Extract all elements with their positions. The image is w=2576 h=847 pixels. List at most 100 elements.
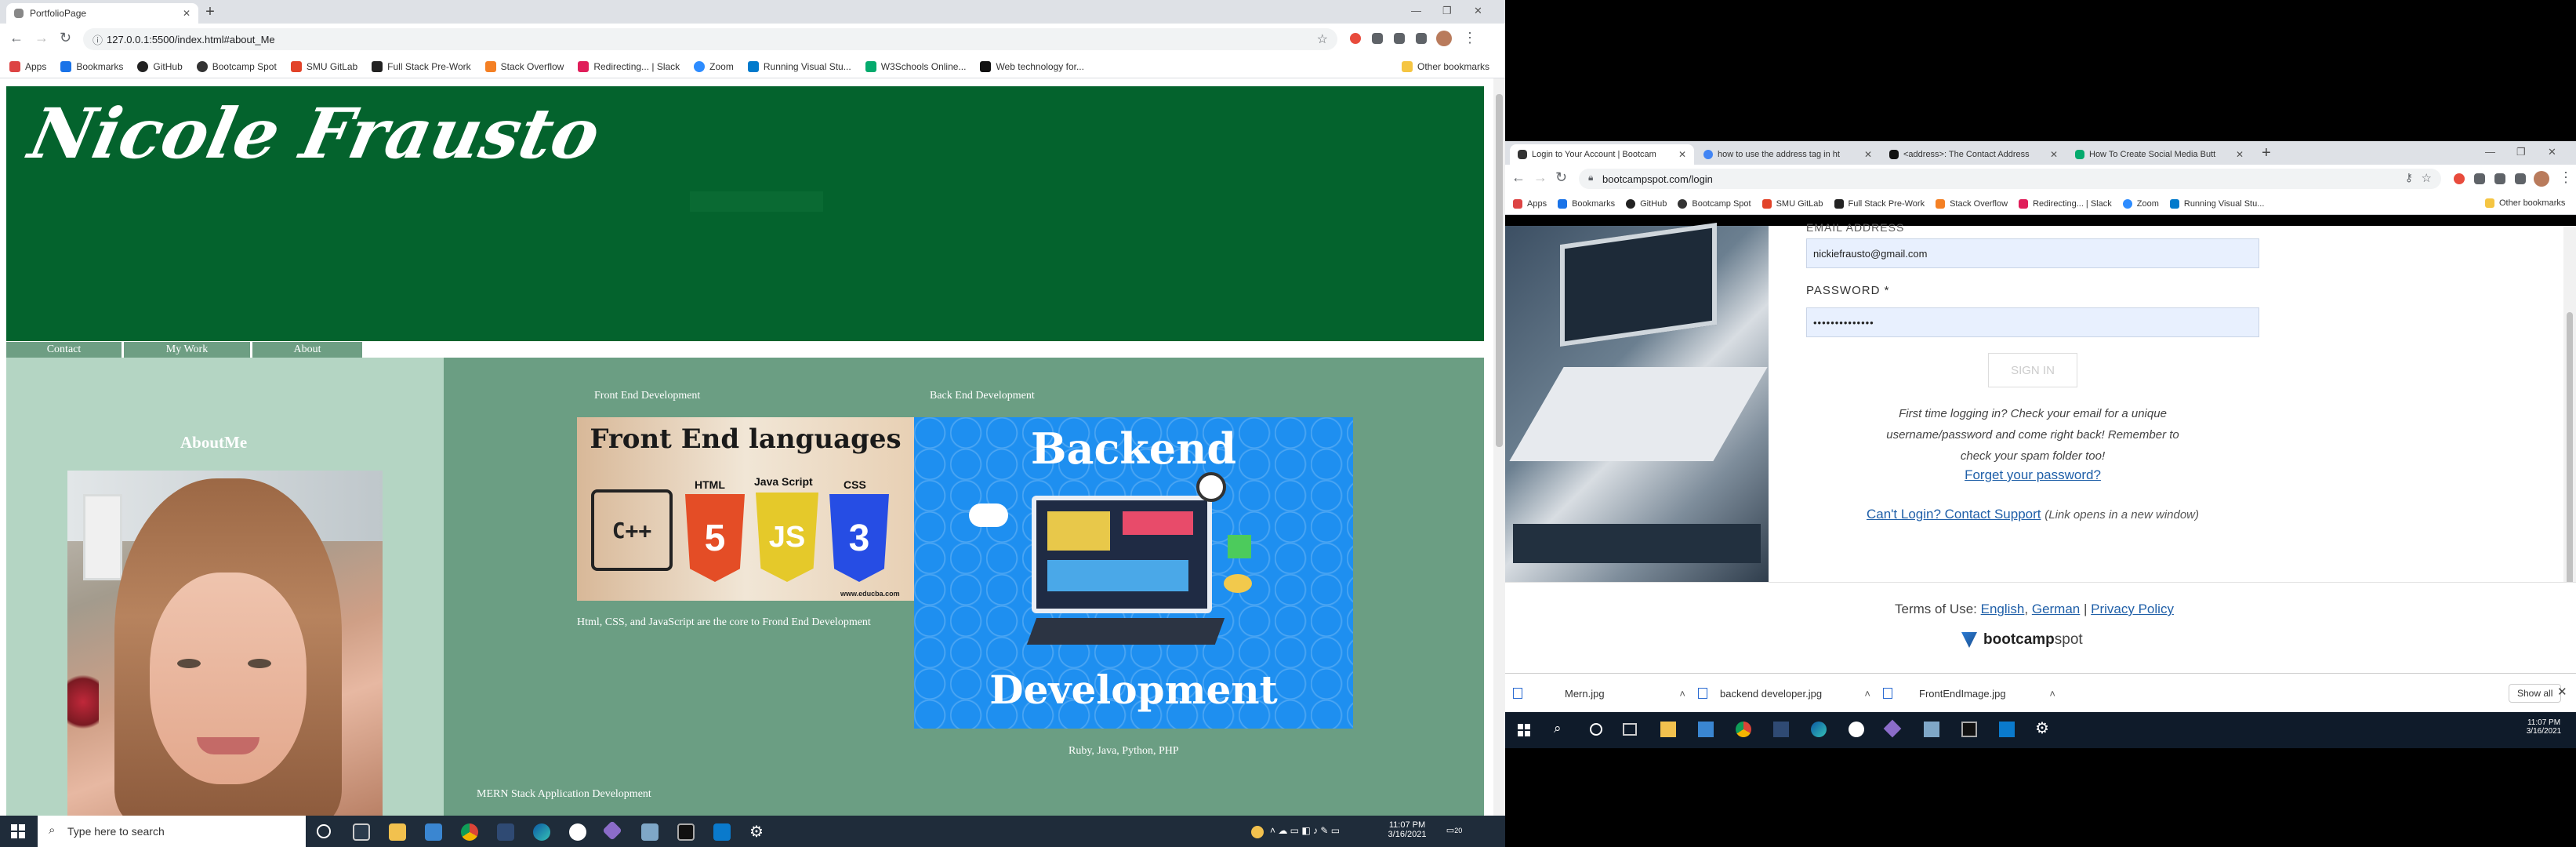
chevron-up-icon[interactable]: ˄ [1679, 688, 1685, 700]
tab-address-mdn[interactable]: <address>: The Contact Address ✕ [1881, 144, 2066, 165]
bookmark-item[interactable]: Apps [1513, 198, 1547, 209]
close-window-icon[interactable]: ✕ [1474, 5, 1482, 17]
kite-icon[interactable] [497, 823, 514, 841]
bookmark-item[interactable]: Bootcamp Spot [1678, 198, 1751, 209]
profile-avatar[interactable] [1436, 31, 1452, 46]
chrome-icon[interactable] [1736, 722, 1751, 737]
reading-list-icon[interactable] [2494, 173, 2505, 184]
back-arrow-icon[interactable]: ← [9, 30, 24, 46]
forgot-password-link[interactable]: Forget your password? [1806, 467, 2259, 483]
reading-list-icon[interactable] [1394, 33, 1405, 44]
page-scrollbar[interactable] [1493, 78, 1505, 816]
minimize-icon[interactable]: — [2485, 146, 2495, 158]
forward-arrow-icon[interactable]: → [1533, 169, 1547, 186]
tab-login[interactable]: Login to Your Account | Bootcam ✕ [1510, 144, 1694, 165]
menu-dots-icon[interactable]: ⋮ [2559, 169, 2573, 186]
reload-icon[interactable]: ↻ [1555, 169, 1567, 186]
close-window-icon[interactable]: ✕ [2548, 146, 2556, 158]
bookmark-item[interactable]: Redirecting... | Slack [2019, 198, 2112, 209]
bookmark-item[interactable]: Running Visual Stu... [747, 60, 851, 72]
notification-icon[interactable]: ▭20 [1442, 825, 1466, 835]
bookmark-item[interactable]: W3Schools Online... [865, 60, 966, 72]
vscode-icon[interactable] [713, 823, 731, 841]
bookmark-item[interactable]: Bookmarks [60, 60, 123, 72]
close-tab-icon[interactable]: ✕ [2236, 149, 2244, 160]
close-tab-icon[interactable]: ✕ [1864, 149, 1872, 160]
download-item[interactable]: Mern.jpg ˄ [1513, 674, 1685, 713]
terms-english-link[interactable]: English [1981, 602, 2025, 616]
close-downloads-icon[interactable]: ✕ [2557, 685, 2567, 699]
task-view-icon[interactable] [353, 823, 370, 841]
bookmark-item[interactable]: Zoom [2122, 198, 2159, 209]
slack-icon[interactable] [1849, 722, 1864, 737]
contact-support-link[interactable]: Can't Login? Contact Support [1867, 507, 2041, 522]
bookmark-item[interactable]: Full Stack Pre-Work [372, 60, 471, 72]
profile-avatar[interactable] [2534, 171, 2549, 187]
reload-icon[interactable]: ↻ [60, 30, 71, 46]
sign-in-button[interactable]: SIGN IN [1988, 353, 2077, 387]
back-end-image[interactable]: Backend Development [914, 417, 1353, 729]
chevron-up-icon[interactable]: ˄ [1864, 688, 1870, 700]
chevron-up-icon[interactable]: ˄ [2049, 688, 2055, 700]
bookmark-item[interactable]: GitHub [137, 60, 183, 72]
nav-about[interactable]: About [252, 342, 362, 358]
password-field[interactable]: •••••••••••••• [1806, 307, 2259, 337]
bookmark-item[interactable]: GitHub [1626, 198, 1667, 209]
bookmark-item[interactable]: Full Stack Pre-Work [1834, 198, 1925, 209]
restore-icon[interactable]: ❐ [1442, 5, 1452, 17]
bookmark-item[interactable]: Stack Overflow [484, 60, 564, 72]
star-icon[interactable]: ☆ [2422, 171, 2432, 185]
file-explorer-icon[interactable] [389, 823, 406, 841]
restore-icon[interactable]: ❐ [2516, 146, 2526, 158]
file-explorer-icon[interactable] [1660, 722, 1676, 737]
nav-my-work[interactable]: My Work [124, 342, 252, 358]
other-bookmarks[interactable]: Other bookmarks [1402, 61, 1489, 72]
close-tab-icon[interactable]: ✕ [2050, 149, 2058, 160]
close-tab-icon[interactable]: ✕ [1678, 149, 1686, 160]
bookmark-item[interactable]: SMU GitLab [1761, 198, 1823, 209]
tab-social-media[interactable]: How To Create Social Media Butt ✕ [2067, 144, 2251, 165]
show-all-button[interactable]: Show all [2509, 684, 2562, 703]
vscode-icon[interactable] [1999, 722, 2015, 737]
star-icon[interactable]: ☆ [1317, 31, 1328, 47]
tray-app-icon[interactable] [1251, 826, 1264, 838]
slack-icon[interactable] [569, 823, 586, 841]
extension-icon[interactable] [2454, 173, 2465, 184]
media-icon[interactable] [1416, 33, 1427, 44]
media-icon[interactable] [2515, 173, 2526, 184]
windows-start-icon[interactable] [1518, 724, 1530, 736]
front-end-image[interactable]: Front End languages C++ HTML Java Script… [577, 417, 914, 601]
download-item[interactable]: backend developer.jpg ˄ [1698, 674, 1870, 713]
puzzle-icon[interactable] [1372, 33, 1383, 44]
chrome-icon[interactable] [461, 823, 478, 841]
bookmark-item[interactable]: Redirecting... | Slack [578, 60, 680, 72]
edge-icon[interactable] [533, 823, 550, 841]
tray-icons[interactable]: ˄ ☁ ▭ ◧ ♪ ✎ ▭ [1270, 825, 1340, 836]
bookmark-item[interactable]: Bootcamp Spot [196, 60, 277, 72]
bookmark-item[interactable]: Running Visual Stu... [2169, 198, 2264, 209]
forward-arrow-icon[interactable]: → [34, 30, 49, 46]
bookmark-item[interactable]: Bookmarks [1558, 198, 1615, 209]
cortana-icon[interactable] [1590, 723, 1602, 736]
mail-icon[interactable] [425, 823, 442, 841]
puzzle-icon[interactable] [2474, 173, 2485, 184]
extension-icon[interactable] [1350, 33, 1361, 44]
bookmark-item[interactable]: Stack Overflow [1936, 198, 2008, 209]
terminal-icon[interactable] [1961, 722, 1977, 737]
kite-icon[interactable] [1773, 722, 1789, 737]
windows-start-icon[interactable] [11, 824, 25, 838]
clock[interactable]: 11:07 PM 3/16/2021 [2516, 718, 2571, 736]
notes-icon[interactable] [1924, 722, 1939, 737]
privacy-policy-link[interactable]: Privacy Policy [2091, 602, 2174, 616]
address-bar[interactable]: 🔒︎ bootcampspot.com/login ⚷ ☆ [1579, 169, 2441, 189]
search-icon[interactable]: ⌕ [1554, 721, 1562, 736]
back-arrow-icon[interactable]: ← [1511, 169, 1526, 186]
new-tab-button[interactable]: + [2256, 143, 2277, 163]
bookmark-item[interactable]: SMU GitLab [290, 60, 357, 72]
terminal-icon[interactable] [677, 823, 695, 841]
clock[interactable]: 11:07 PM 3/16/2021 [1380, 820, 1435, 839]
menu-dots-icon[interactable]: ⋮ [1463, 30, 1477, 46]
task-view-icon[interactable] [1623, 723, 1637, 736]
taskbar-search[interactable]: ⌕ Type here to search [38, 816, 306, 847]
new-tab-button[interactable]: + [200, 2, 220, 22]
